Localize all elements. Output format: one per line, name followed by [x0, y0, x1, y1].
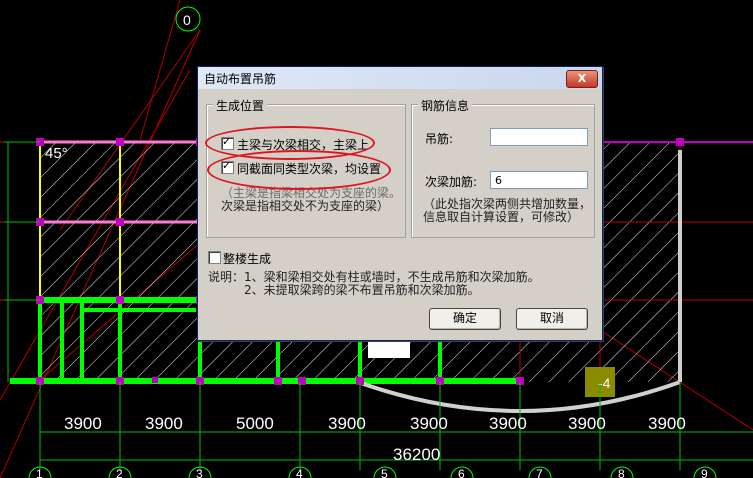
col-bubble-1: 1: [36, 467, 43, 478]
total-dim: 36200: [393, 445, 440, 464]
col-bubble-4: 4: [296, 467, 303, 478]
bottom-dim-8: 3900: [648, 414, 686, 433]
col-bubble-9: 9: [701, 467, 708, 478]
whole-building-checkbox[interactable]: [208, 251, 221, 264]
rebar-group: 钢筋信息 吊筋: 次梁加筋: （此处指次梁两侧共增加数量， 信息取自计算设置，可…: [411, 97, 595, 238]
left-dim-3: 600: [0, 316, 1, 340]
hanger-input[interactable]: [490, 128, 588, 146]
extra-rebar-input[interactable]: [490, 171, 588, 189]
col-bubble-7: 7: [536, 467, 543, 478]
bottom-dim-3: 5000: [236, 414, 274, 433]
dialog-titlebar[interactable]: 自动布置吊筋 X: [198, 67, 602, 89]
position-group: 生成位置 主梁与次梁相交，主梁上 同截面同类型次梁，均设置 （主梁是指梁相交处为…: [206, 97, 406, 238]
curved-wall: [357, 380, 681, 413]
position-note-line2: 次梁是指相交处不为支座的梁）: [221, 199, 390, 213]
dialog-title: 自动布置吊筋: [204, 72, 277, 86]
left-dim-2: 600: [0, 238, 1, 262]
explain-line2: 2、未提取梁跨的梁不布置吊筋和次梁加筋。: [244, 283, 480, 297]
col-bubbles: [28, 466, 717, 478]
bottom-dim-6: 3900: [489, 414, 527, 433]
rebar-group-title: 钢筋信息: [418, 97, 473, 114]
option-same-section-label: 同截面同类型次梁，均设置: [237, 162, 382, 176]
small-label-box: [368, 340, 410, 358]
position-group-title: 生成位置: [213, 97, 268, 114]
close-button[interactable]: X: [566, 70, 598, 88]
ok-button[interactable]: 确定: [429, 308, 501, 330]
hanger-label: 吊筋:: [425, 132, 454, 146]
option-same-section-checkbox[interactable]: [221, 159, 234, 174]
left-dim-1: 900: [0, 156, 1, 180]
col-bubble-5: 5: [381, 467, 388, 478]
col-bubble-8: 8: [618, 467, 625, 478]
bottom-dim-4: 3900: [328, 414, 366, 433]
close-icon: X: [577, 72, 587, 85]
bottom-dim-5: 3900: [410, 414, 448, 433]
col-bubble-2: 2: [116, 467, 123, 478]
bottom-dim-2: 3900: [145, 414, 183, 433]
auto-hanger-dialog: 自动布置吊筋 X 生成位置 主梁与次梁相交，主梁上 同截面同类型次梁，均设置 （…: [197, 66, 603, 341]
angle-label: 45°: [45, 145, 68, 162]
bottom-dim-7: 3900: [568, 414, 606, 433]
col-bubble-3: 3: [196, 467, 203, 478]
bottom-dim-1: 3900: [64, 414, 102, 433]
rebar-note-line2: 信息取自计算设置，可修改）: [423, 210, 580, 224]
extra-rebar-label: 次梁加筋:: [425, 175, 478, 189]
axis-bubble-top-label: 0: [183, 12, 191, 28]
left-dim-lines: [4, 141, 40, 382]
cancel-button[interactable]: 取消: [516, 308, 588, 330]
option-main-beam-checkbox[interactable]: [221, 135, 234, 150]
whole-building-label: 整楼生成: [223, 252, 272, 266]
col-bubble-6: 6: [458, 467, 465, 478]
option-main-beam-label: 主梁与次梁相交，主梁上: [237, 138, 370, 152]
